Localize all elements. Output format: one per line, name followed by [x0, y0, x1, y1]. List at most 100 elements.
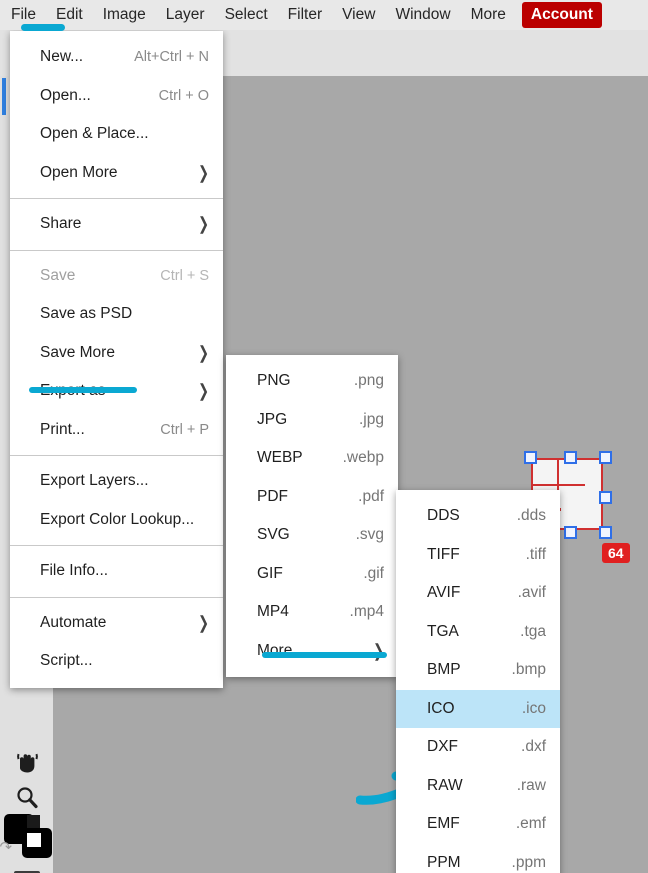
file-menu-item-open-more[interactable]: Open More ❯ [10, 154, 223, 193]
item-label: DXF [427, 738, 458, 756]
more-item-raw[interactable]: RAW .raw [396, 767, 560, 806]
item-extension: .mp4 [349, 603, 384, 621]
chevron-right-icon: ❯ [373, 639, 384, 661]
transform-handle-top-right[interactable] [599, 451, 612, 464]
more-item-tiff[interactable]: TIFF .tiff [396, 536, 560, 575]
export-item-webp[interactable]: WEBP .webp [226, 439, 398, 478]
file-menu-item-save-more[interactable]: Save More ❯ [10, 334, 223, 373]
menu-more[interactable]: More [461, 0, 516, 30]
menu-filter[interactable]: Filter [278, 0, 332, 30]
file-menu-item-open[interactable]: Open... Ctrl + O [10, 77, 223, 116]
chevron-right-icon: ❯ [198, 380, 209, 401]
item-label: Save [40, 266, 76, 284]
transform-handle-bottom-center[interactable] [564, 526, 577, 539]
file-menu-item-script[interactable]: Script... [10, 642, 223, 681]
color-swatches[interactable]: ↷ [0, 811, 53, 858]
menu-separator [10, 249, 223, 251]
item-label: AVIF [427, 584, 461, 602]
export-item-jpg[interactable]: JPG .jpg [226, 401, 398, 440]
chevron-right-icon: ❯ [198, 213, 209, 234]
file-menu-item-share[interactable]: Share ❯ [10, 205, 223, 244]
annotation-underline-export-as [29, 387, 137, 393]
menu-window[interactable]: Window [385, 0, 460, 30]
chevron-right-icon: ❯ [198, 161, 209, 183]
export-item-gif[interactable]: GIF .gif [226, 555, 398, 594]
item-label: WEBP [257, 449, 303, 467]
file-menu-item-open-and-place[interactable]: Open & Place... [10, 115, 223, 154]
item-label: Open & Place... [40, 125, 149, 143]
item-extension: .gif [363, 564, 384, 582]
export-item-png[interactable]: PNG .png [226, 362, 398, 401]
item-shortcut: Ctrl + S [160, 267, 209, 284]
export-as-submenu: PNG .png JPG .jpg WEBP .webp PDF .pdf SV… [226, 355, 398, 677]
file-menu-item-new[interactable]: New... Alt+Ctrl + N [10, 38, 223, 77]
item-label: New... [40, 48, 84, 66]
screen-mode-tool[interactable] [0, 858, 53, 873]
item-shortcut: Ctrl + O [158, 87, 209, 104]
item-label: TIFF [427, 545, 460, 563]
annotation-underline-file [21, 24, 65, 31]
item-label: PPM [427, 853, 461, 871]
annotation-underline-more [262, 652, 387, 658]
more-item-emf[interactable]: EMF .emf [396, 805, 560, 844]
item-label: Save as PSD [40, 305, 133, 323]
menu-select[interactable]: Select [215, 0, 278, 30]
file-menu-item-automate[interactable]: Automate ❯ [10, 604, 223, 643]
file-menu-item-file-info[interactable]: File Info... [10, 552, 223, 591]
file-menu-item-export-layers[interactable]: Export Layers... [10, 462, 223, 501]
item-label: PDF [257, 487, 288, 505]
account-button[interactable]: Account [521, 2, 602, 28]
menu-separator [10, 455, 223, 456]
item-extension: .emf [515, 815, 546, 833]
menu-separator [10, 198, 223, 199]
item-extension: .avif [517, 584, 546, 602]
export-item-svg[interactable]: SVG .svg [226, 516, 398, 555]
more-item-tga[interactable]: TGA .tga [396, 613, 560, 652]
transform-handle-bottom-right[interactable] [599, 526, 612, 539]
item-extension: .raw [516, 776, 546, 794]
transform-handle-top-left[interactable] [524, 451, 537, 464]
more-item-dxf[interactable]: DXF .dxf [396, 728, 560, 767]
more-item-avif[interactable]: AVIF .avif [396, 574, 560, 613]
swap-colors-icon[interactable]: ↷ [0, 838, 12, 856]
menu-separator [10, 596, 223, 598]
item-label: ICO [427, 699, 455, 717]
hand-icon [16, 753, 38, 773]
active-tool-indicator [2, 78, 6, 115]
item-label: MP4 [257, 603, 289, 621]
export-item-mp4[interactable]: MP4 .mp4 [226, 593, 398, 632]
item-extension: .ppm [511, 853, 546, 871]
file-menu-item-save-as-psd[interactable]: Save as PSD [10, 295, 223, 334]
item-label: Open More [40, 163, 118, 181]
item-label: Script... [40, 652, 93, 670]
file-menu-item-save: Save Ctrl + S [10, 257, 223, 296]
item-label: Automate [40, 613, 107, 631]
file-menu-item-print[interactable]: Print... Ctrl + P [10, 411, 223, 450]
more-item-ppm[interactable]: PPM .ppm [396, 844, 560, 873]
item-label: Save More [40, 343, 115, 361]
item-extension: .bmp [511, 661, 546, 679]
item-label: Print... [40, 420, 85, 438]
more-item-bmp[interactable]: BMP .bmp [396, 651, 560, 690]
export-item-more[interactable]: More ❯ [226, 632, 398, 671]
item-shortcut: Ctrl + P [160, 421, 209, 438]
menu-layer[interactable]: Layer [156, 0, 215, 30]
item-extension: .tiff [525, 545, 546, 563]
item-label: GIF [257, 564, 283, 582]
item-extension: .webp [342, 449, 384, 467]
item-label: Export Layers... [40, 472, 149, 490]
export-item-pdf[interactable]: PDF .pdf [226, 478, 398, 517]
menu-view[interactable]: View [332, 0, 385, 30]
application-window: 64 ↷ File Edit Image Layer Select Filter… [0, 0, 648, 873]
item-label: PNG [257, 372, 291, 390]
transform-handle-middle-right[interactable] [599, 491, 612, 504]
selection-size-badge: 64 [602, 543, 630, 563]
item-label: RAW [427, 776, 463, 794]
more-item-ico[interactable]: ICO .ico [396, 689, 560, 728]
item-extension: .svg [355, 526, 384, 544]
item-label: BMP [427, 661, 461, 679]
transform-handle-top-center[interactable] [564, 451, 577, 464]
file-menu-item-export-color-lookup[interactable]: Export Color Lookup... [10, 501, 223, 540]
menu-image[interactable]: Image [93, 0, 156, 30]
more-item-dds[interactable]: DDS .dds [396, 497, 560, 536]
